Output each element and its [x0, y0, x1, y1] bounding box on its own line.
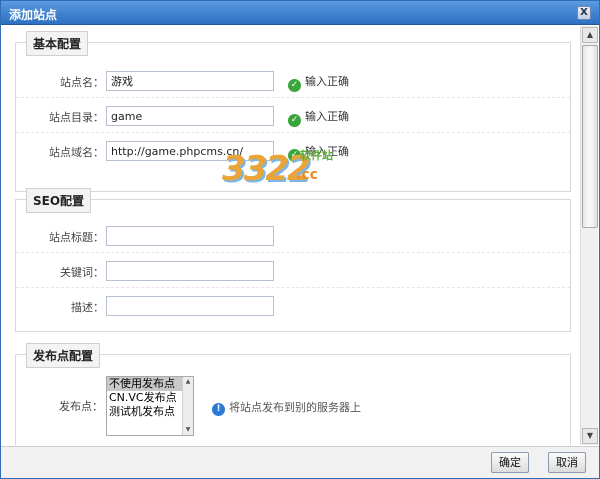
- content-scrollbar[interactable]: ▲ ▼: [580, 26, 598, 445]
- site-dir-row: 站点目录： ✓ 输入正确: [16, 100, 570, 133]
- watermark-domain: .cc: [296, 167, 318, 183]
- seo-title-row: 站点标题：: [16, 220, 570, 253]
- check-icon: ✓: [288, 79, 301, 92]
- keywords-input[interactable]: [106, 261, 274, 281]
- publish-option[interactable]: 测试机发布点: [107, 405, 193, 419]
- add-site-dialog: 添加站点 X 基本配置 站点名： ✓ 输入正确 站点目录： ✓ 输入正确 站点域名：…: [0, 0, 600, 479]
- scroll-up-icon[interactable]: ▲: [582, 27, 598, 43]
- seo-config-legend: SEO配置: [26, 188, 92, 213]
- publish-point-label: 发布点：: [59, 400, 103, 413]
- seo-title-input[interactable]: [106, 226, 274, 246]
- site-name-label: 站点名：: [60, 76, 104, 89]
- dialog-content: 基本配置 站点名： ✓输入正确 站点目录： ✓输入正确 站点域名： ✓输入正确 …: [3, 26, 577, 445]
- publish-option[interactable]: CN.VC发布点: [107, 391, 193, 405]
- listbox-scrollbar[interactable]: ▲ ▼: [182, 377, 193, 435]
- basic-config-legend: 基本配置: [26, 31, 89, 56]
- dialog-footer: 确定 取消: [1, 446, 599, 478]
- site-name-status: ✓ 输入正确: [288, 73, 349, 92]
- watermark-text: 软件站: [300, 149, 333, 162]
- publish-hint-text: 将站点发布到别的服务器上: [229, 401, 361, 414]
- site-dir-label: 站点目录：: [49, 111, 104, 124]
- scroll-down-icon[interactable]: ▼: [582, 428, 598, 444]
- scroll-up-icon[interactable]: ▲: [183, 377, 193, 387]
- publish-point-listbox[interactable]: 不使用发布点 CN.VC发布点 测试机发布点 ▲ ▼: [106, 376, 194, 436]
- site-name-input[interactable]: [106, 71, 274, 91]
- close-icon[interactable]: X: [577, 6, 591, 20]
- check-icon: ✓: [288, 114, 301, 127]
- site-dir-status-text: 输入正确: [305, 110, 349, 123]
- keywords-label: 关键词：: [60, 266, 104, 279]
- site-domain-label: 站点域名：: [49, 146, 104, 159]
- description-row: 描述：: [16, 290, 570, 323]
- publish-hint: ! 将站点发布到别的服务器上: [212, 399, 361, 416]
- publish-option[interactable]: 不使用发布点: [107, 377, 193, 391]
- site-watermark: 3322 软件站 .cc: [222, 141, 342, 197]
- dialog-title: 添加站点: [9, 8, 58, 22]
- description-label: 描述：: [71, 301, 104, 314]
- publish-config-legend: 发布点配置: [26, 343, 101, 368]
- site-name-row: 站点名： ✓ 输入正确: [16, 65, 570, 98]
- publish-config-section: 发布点配置 发布点： 不使用发布点 CN.VC发布点 测试机发布点 ▲ ▼ ! 将…: [15, 343, 571, 445]
- seo-config-section: SEO配置 站点标题： 关键词： 描述：: [15, 188, 571, 332]
- site-dir-status: ✓ 输入正确: [288, 108, 349, 127]
- keywords-row: 关键词：: [16, 255, 570, 288]
- confirm-button[interactable]: 确定: [491, 452, 529, 473]
- scroll-down-icon[interactable]: ▼: [183, 425, 193, 435]
- scrollbar-thumb[interactable]: [582, 45, 598, 228]
- seo-title-label: 站点标题：: [49, 231, 104, 244]
- description-input[interactable]: [106, 296, 274, 316]
- cancel-button[interactable]: 取消: [548, 452, 586, 473]
- dialog-titlebar: 添加站点 X: [1, 1, 599, 25]
- site-dir-input[interactable]: [106, 106, 274, 126]
- info-icon: !: [212, 403, 225, 416]
- site-name-status-text: 输入正确: [305, 75, 349, 88]
